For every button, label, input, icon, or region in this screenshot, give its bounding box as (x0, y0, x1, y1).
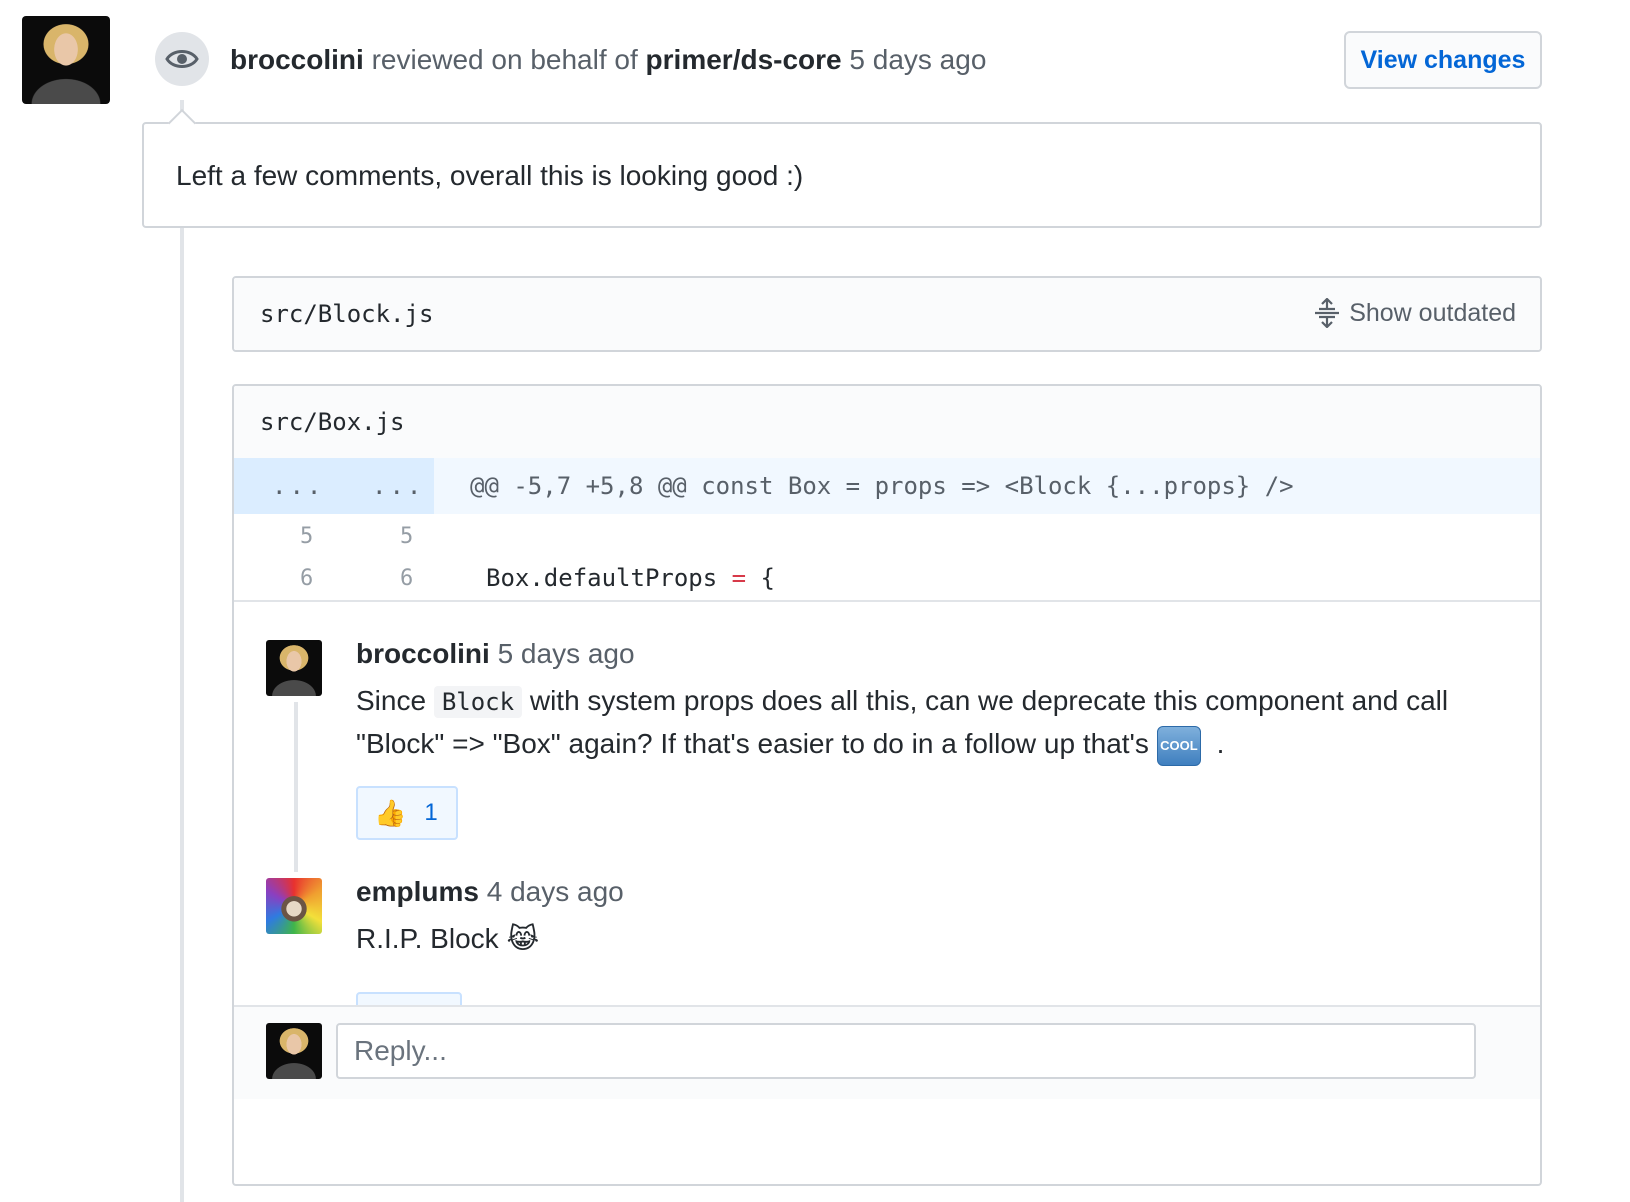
comment-body: R.I.P. Block 😹 (356, 918, 1486, 960)
outdated-file-name[interactable]: src/Block.js (260, 300, 433, 328)
outdated-file-header: src/Block.js Show outdated (234, 278, 1540, 350)
reaction-count: 1 (424, 799, 438, 826)
code-operator: = (731, 564, 747, 592)
comment-author[interactable]: broccolini (356, 638, 490, 669)
comment-avatar[interactable] (266, 640, 322, 696)
hunk-line-numbers[interactable]: ... ... (234, 458, 434, 514)
comment-timestamp[interactable]: 5 days ago (498, 638, 635, 669)
reply-bar: Reply... (234, 1005, 1540, 1099)
comment-header: broccolini 5 days ago (356, 638, 635, 670)
review-header: broccolini reviewed on behalf of primer/… (230, 44, 986, 76)
eye-icon (155, 32, 209, 86)
hunk-header-row: ... ... @@ -5,7 +5,8 @@ const Box = prop… (234, 458, 1540, 514)
code-brace: { (746, 564, 775, 592)
code-line: 5 5 (234, 516, 1540, 556)
reaction-thumbs-up[interactable]: 👍 1 (356, 786, 458, 840)
reply-avatar[interactable] (266, 1023, 322, 1079)
new-line-number[interactable]: 6 (400, 566, 413, 591)
reply-input[interactable]: Reply... (336, 1023, 1476, 1079)
comment-text: . (1208, 728, 1225, 759)
comment-header: emplums 4 days ago (356, 876, 624, 908)
comment-text: R.I.P. Block (356, 923, 499, 954)
review-summary: Left a few comments, overall this is loo… (142, 108, 1542, 228)
diff-file-name[interactable]: src/Box.js (260, 408, 405, 436)
thread-line (294, 702, 298, 872)
code-line: 6 6 Box.defaultProps = { (234, 558, 1540, 598)
comment-avatar[interactable] (266, 878, 322, 934)
diff-file-box: src/Box.js ... ... @@ -5,7 +5,8 @@ const… (232, 384, 1542, 1186)
inline-code: Block (433, 686, 523, 718)
code-text: Box.defaultProps = { (486, 564, 775, 592)
view-changes-button[interactable]: View changes (1344, 31, 1542, 89)
speech-caret (167, 108, 197, 138)
review-summary-text: Left a few comments, overall this is loo… (176, 160, 804, 191)
cool-emoji: COOL (1156, 725, 1201, 766)
show-outdated-label: Show outdated (1349, 298, 1516, 327)
comment-thread: broccolini 5 days ago Since Block with s… (234, 600, 1540, 1099)
timeline-line (180, 100, 184, 1202)
hunk-old-dots: ... (272, 472, 325, 500)
unfold-icon (1315, 298, 1340, 328)
show-outdated-button[interactable]: Show outdated (1313, 298, 1516, 328)
thumbs-up-icon: 👍 (374, 797, 407, 828)
crying-laughing-cat-icon: 😹 (506, 923, 540, 954)
new-line-number[interactable]: 5 (400, 524, 413, 549)
diff-file-header: src/Box.js (234, 386, 1540, 458)
code-identifier: Box.defaultProps (486, 564, 732, 592)
team-link[interactable]: primer/ds-core (646, 44, 842, 75)
comment-text: Since (356, 685, 434, 716)
old-line-number[interactable]: 6 (300, 566, 313, 591)
old-line-number[interactable]: 5 (300, 524, 313, 549)
reviewer-avatar[interactable] (22, 16, 110, 104)
hunk-new-dots: ... (372, 472, 425, 500)
review-timestamp[interactable]: 5 days ago (849, 44, 986, 75)
comment-body: Since Block with system props does all t… (356, 680, 1486, 766)
reviewer-name[interactable]: broccolini (230, 44, 364, 75)
review-action-text: reviewed on behalf of (371, 44, 638, 75)
outdated-file-box: src/Block.js Show outdated (232, 276, 1542, 352)
comment-timestamp[interactable]: 4 days ago (487, 876, 624, 907)
hunk-header: @@ -5,7 +5,8 @@ const Box = props => <Bl… (470, 472, 1294, 500)
comment-author[interactable]: emplums (356, 876, 479, 907)
